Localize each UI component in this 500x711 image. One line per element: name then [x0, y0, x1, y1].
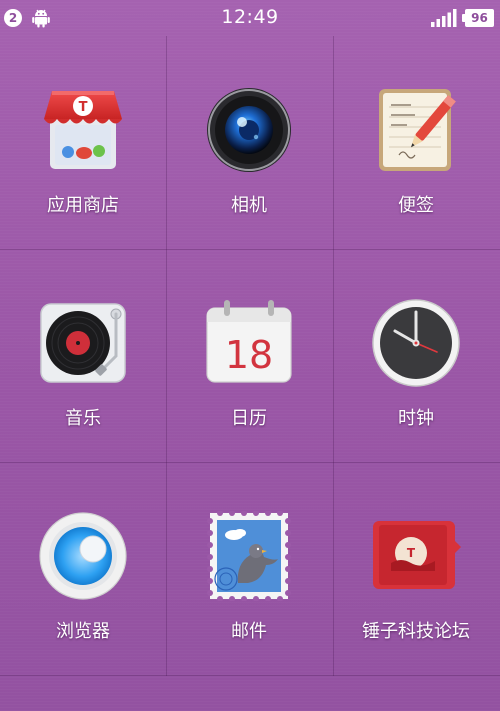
app-label: 浏览器	[56, 621, 110, 642]
battery-icon: 96	[462, 9, 494, 27]
record-player-icon	[38, 298, 128, 388]
calendar-shortcut[interactable]: 18 日历	[166, 249, 332, 462]
app-grid: T 应用商店 相机 便签 音乐 18 日历 时钟 浏览器 邮件 T 锤子科技论坛	[0, 36, 500, 676]
app-label: 锤子科技论坛	[362, 621, 470, 642]
camera-shortcut[interactable]: 相机	[166, 36, 332, 249]
forum-icon: T	[371, 511, 461, 601]
clock-icon	[371, 298, 461, 388]
calendar-day: 18	[225, 333, 273, 377]
app-label: 应用商店	[47, 195, 119, 216]
shop-awning-icon: T	[38, 85, 128, 175]
music-shortcut[interactable]: 音乐	[0, 249, 166, 462]
app-store-shortcut[interactable]: T 应用商店	[0, 36, 166, 249]
app-label: 时钟	[398, 408, 434, 429]
app-label: 日历	[231, 408, 267, 429]
notepad-pencil-icon	[371, 85, 461, 175]
status-bar: 2 12:49 96	[0, 0, 500, 36]
status-time: 12:49	[221, 6, 279, 28]
camera-lens-icon	[204, 85, 294, 175]
home-screen: 2 12:49 96 T 应用商店 相机 便签 音乐 18 日历 时钟 浏览器 …	[0, 0, 500, 711]
browser-shortcut[interactable]: 浏览器	[0, 462, 166, 675]
mail-shortcut[interactable]: 邮件	[166, 462, 332, 675]
app-label: 相机	[231, 195, 267, 216]
app-label: 便签	[398, 195, 434, 216]
forum-shortcut[interactable]: T 锤子科技论坛	[333, 462, 499, 675]
signal-icon	[431, 9, 457, 27]
browser-icon	[38, 511, 128, 601]
battery-level: 96	[465, 9, 494, 27]
stamp-pigeon-icon	[204, 511, 294, 601]
app-label: 音乐	[65, 408, 101, 429]
app-store-badge-letter: T	[79, 100, 88, 115]
forum-badge-letter: T	[407, 546, 416, 560]
notes-shortcut[interactable]: 便签	[333, 36, 499, 249]
app-label: 邮件	[231, 621, 267, 642]
calendar-icon: 18	[204, 298, 294, 388]
clock-shortcut[interactable]: 时钟	[333, 249, 499, 462]
